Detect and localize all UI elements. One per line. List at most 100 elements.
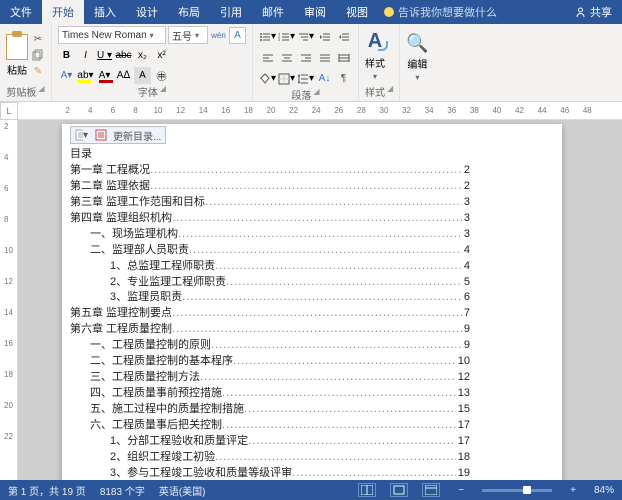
- bold-button[interactable]: B: [58, 47, 75, 64]
- toc-entry[interactable]: 五、施工过程中的质量控制措施..........................…: [70, 402, 470, 418]
- tab-mail[interactable]: 邮件: [252, 0, 294, 24]
- align-center-button[interactable]: [278, 49, 295, 66]
- increase-indent-button[interactable]: [335, 28, 352, 45]
- toc-entry[interactable]: 第六章 工程质量控制..............................…: [70, 322, 470, 338]
- toc-entry[interactable]: 3、参与工程竣工验收和质量等级评审.......................…: [70, 466, 470, 480]
- toc-entry[interactable]: 1、分部工程验收和质量评定...........................…: [70, 434, 470, 450]
- page-indicator[interactable]: 第 1 页，共 19 页: [8, 483, 86, 498]
- language-indicator[interactable]: 英语(美国): [159, 483, 206, 498]
- justify-button[interactable]: [316, 49, 333, 66]
- italic-button[interactable]: I: [77, 47, 94, 64]
- superscript-button[interactable]: x²: [153, 47, 170, 64]
- read-mode-button[interactable]: [358, 483, 376, 497]
- tab-references[interactable]: 引用: [210, 0, 252, 24]
- zoom-slider[interactable]: [482, 489, 552, 492]
- sort-button[interactable]: A↓: [316, 70, 333, 87]
- decrease-indent-button[interactable]: [316, 28, 333, 45]
- character-border-button[interactable]: A: [229, 27, 246, 44]
- zoom-level[interactable]: 84%: [594, 485, 614, 496]
- shading-button[interactable]: ▾: [259, 70, 276, 87]
- underline-button[interactable]: U ▾: [96, 47, 113, 64]
- tab-review[interactable]: 审阅: [294, 0, 336, 24]
- ruler-tick: 34: [424, 106, 435, 115]
- grow-font-button[interactable]: Aᐃ: [115, 67, 132, 84]
- distributed-button[interactable]: [335, 49, 352, 66]
- update-toc-icon[interactable]: [94, 129, 107, 142]
- highlight-button[interactable]: ab▾: [77, 67, 94, 84]
- share-label: 共享: [590, 4, 612, 20]
- page[interactable]: ▾ 更新目录... 目录 第一章 工程概况...................…: [62, 124, 562, 480]
- tab-home[interactable]: 开始: [42, 0, 84, 24]
- ruler-corner[interactable]: L: [0, 102, 18, 120]
- enclose-char-button[interactable]: ㊥: [153, 67, 170, 84]
- zoom-out-button[interactable]: −: [454, 485, 468, 496]
- toc-page-number: 3: [462, 195, 470, 211]
- toc-entry[interactable]: 二、工程质量控制的基本程序...........................…: [70, 354, 470, 370]
- ruler-tick: 32: [401, 106, 412, 115]
- print-layout-button[interactable]: [390, 483, 408, 497]
- document-scroll[interactable]: ▾ 更新目录... 目录 第一章 工程概况...................…: [18, 120, 622, 480]
- toc-entry[interactable]: 六、工程质量事后把关控制............................…: [70, 418, 470, 434]
- tab-layout[interactable]: 布局: [168, 0, 210, 24]
- bullets-button[interactable]: ▾: [259, 28, 276, 45]
- font-name-combo[interactable]: Times New Roman▾: [58, 26, 166, 44]
- toc-entry[interactable]: 3、监理员职责.................................…: [70, 290, 470, 306]
- editing-button[interactable]: 🔍 编辑 ▾: [406, 33, 428, 82]
- copy-button[interactable]: [31, 48, 45, 62]
- paste-button[interactable]: 粘贴: [6, 34, 28, 77]
- text-effects-button[interactable]: A▾: [58, 67, 75, 84]
- zoom-in-button[interactable]: +: [566, 485, 580, 496]
- tab-design[interactable]: 设计: [126, 0, 168, 24]
- show-marks-button[interactable]: ¶: [335, 70, 352, 87]
- toc-entry[interactable]: 2、专业监理工程师职责.............................…: [70, 275, 470, 291]
- cut-button[interactable]: ✂: [31, 32, 45, 46]
- toc-entry[interactable]: 一、现场监理机构................................…: [70, 227, 470, 243]
- font-color-button[interactable]: A▾: [96, 67, 113, 84]
- phonetic-guide-button[interactable]: wén: [210, 27, 227, 44]
- styles-button[interactable]: A 样式 ▾: [365, 30, 385, 81]
- align-right-button[interactable]: [297, 49, 314, 66]
- toc-entry[interactable]: 1、总监理工程师职责..............................…: [70, 259, 470, 275]
- subscript-button[interactable]: x₂: [134, 47, 151, 64]
- word-count[interactable]: 8183 个字: [100, 483, 145, 498]
- table-of-contents[interactable]: 目录 第一章 工程概况.............................…: [70, 147, 470, 480]
- toc-entry[interactable]: 第四章 监理组织机构..............................…: [70, 211, 470, 227]
- toc-leader: ........................................…: [233, 354, 456, 370]
- tab-view[interactable]: 视图: [336, 0, 378, 24]
- numbering-button[interactable]: 123▾: [278, 28, 295, 45]
- web-layout-button[interactable]: [422, 483, 440, 497]
- line-spacing-button[interactable]: ▾: [297, 70, 314, 87]
- toc-menu-icon[interactable]: ▾: [75, 129, 88, 142]
- toc-entry[interactable]: 四、工程质量事前预控措施............................…: [70, 386, 470, 402]
- tab-insert[interactable]: 插入: [84, 0, 126, 24]
- toc-entry[interactable]: 一、工程质量控制的原则.............................…: [70, 338, 470, 354]
- toc-entry[interactable]: 2、组织工程竣工初验..............................…: [70, 450, 470, 466]
- toc-control-bar[interactable]: ▾ 更新目录...: [70, 126, 166, 144]
- vertical-ruler[interactable]: 246810121416182022: [0, 120, 18, 480]
- styles-launcher[interactable]: ◢: [387, 84, 393, 99]
- toc-entry[interactable]: 第三章 监理工作范围和目标...........................…: [70, 195, 470, 211]
- share-button[interactable]: 共享: [565, 0, 622, 24]
- tell-me-input[interactable]: 告诉我你想要做什么: [398, 4, 497, 20]
- multilevel-list-button[interactable]: ▾: [297, 28, 314, 45]
- update-toc-button[interactable]: 更新目录...: [113, 128, 161, 143]
- char-shading-button[interactable]: A: [134, 67, 151, 84]
- toc-entry[interactable]: 第一章 工程概况................................…: [70, 163, 470, 179]
- font-launcher[interactable]: ◢: [160, 84, 166, 99]
- align-left-button[interactable]: [259, 49, 276, 66]
- toc-entry[interactable]: 二、监理部人员职责...............................…: [70, 243, 470, 259]
- toc-entry-text: 一、工程质量控制的原则: [90, 338, 211, 354]
- paragraph-launcher[interactable]: ◢: [313, 87, 319, 102]
- font-size-combo[interactable]: 五号▾: [168, 26, 208, 44]
- clipboard-launcher[interactable]: ◢: [38, 84, 44, 99]
- borders-button[interactable]: ▾: [278, 70, 295, 87]
- strikethrough-button[interactable]: abc: [115, 47, 132, 64]
- toc-entry[interactable]: 第五章 监理控制要点..............................…: [70, 306, 470, 322]
- toc-page-number: 17: [456, 434, 470, 450]
- toc-entry[interactable]: 三、工程质量控制方法..............................…: [70, 370, 470, 386]
- horizontal-ruler[interactable]: L 24681012141618202224262830323436384042…: [0, 102, 622, 120]
- format-painter-button[interactable]: ✎: [31, 64, 45, 78]
- toc-entry[interactable]: 第二章 监理依据................................…: [70, 179, 470, 195]
- tab-file[interactable]: 文件: [0, 0, 42, 24]
- toc-leader: ........................................…: [182, 290, 462, 306]
